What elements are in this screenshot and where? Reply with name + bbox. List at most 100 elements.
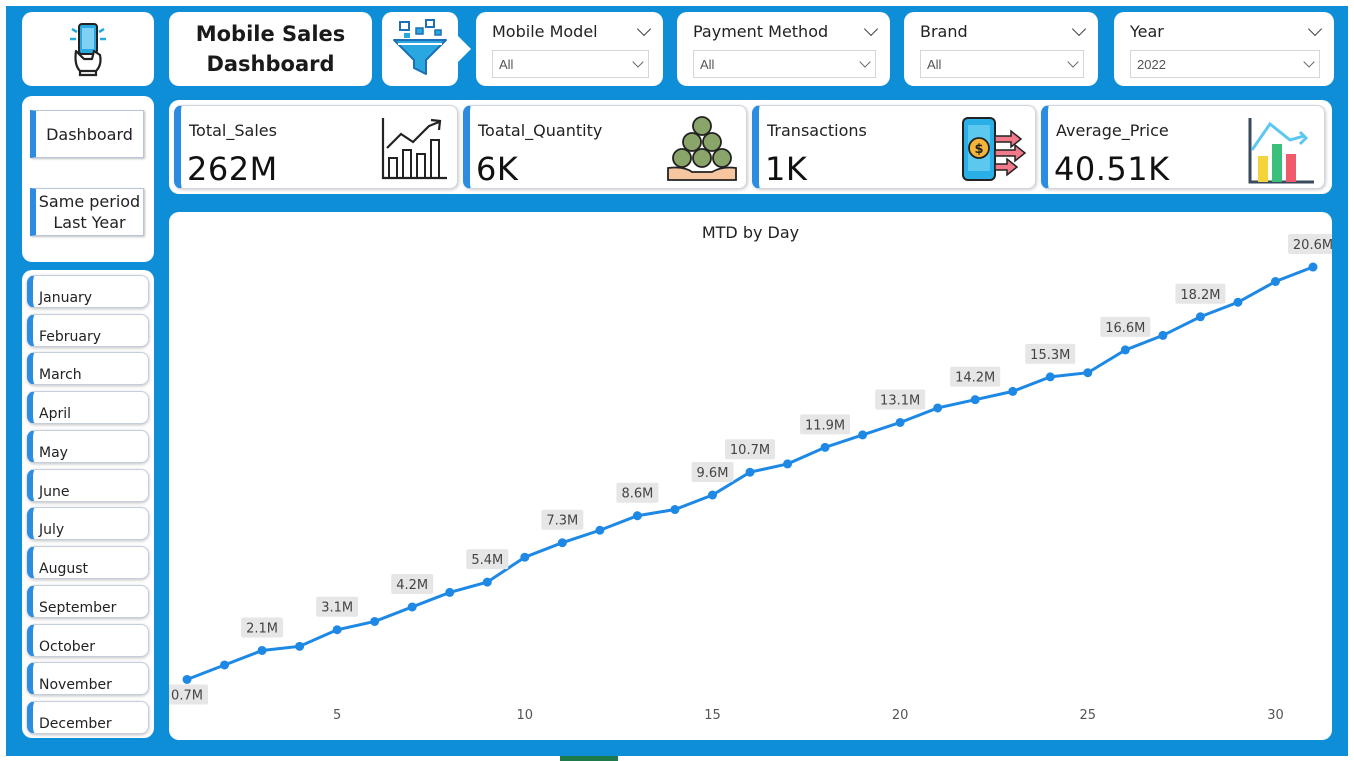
- data-label: 20.6M: [1288, 234, 1332, 255]
- dropdown-value: All: [700, 56, 715, 72]
- chevron-down-icon[interactable]: [1307, 21, 1323, 36]
- slicer-mobile-model[interactable]: Mobile Model All: [476, 12, 663, 86]
- kpi-card-average-price: Average_Price 40.51K: [1041, 105, 1325, 189]
- chevron-down-icon[interactable]: [863, 21, 879, 36]
- month-slicer: January February March April May June Ju…: [22, 270, 154, 738]
- data-point[interactable]: [670, 505, 680, 515]
- data-point[interactable]: [332, 625, 342, 635]
- x-tick-label: 15: [704, 708, 721, 723]
- month-button-february[interactable]: February: [27, 314, 149, 347]
- data-point[interactable]: [745, 467, 755, 477]
- chevron-down-icon[interactable]: [1071, 21, 1087, 36]
- mobile-hand-icon: [70, 23, 106, 77]
- mobile-model-dropdown[interactable]: All: [492, 50, 649, 78]
- data-point[interactable]: [933, 403, 943, 413]
- svg-text:20.6M: 20.6M: [1293, 238, 1332, 253]
- data-point[interactable]: [820, 442, 830, 452]
- data-point[interactable]: [595, 525, 605, 535]
- month-button-august[interactable]: August: [27, 546, 149, 579]
- data-point[interactable]: [632, 511, 642, 521]
- month-button-september[interactable]: September: [27, 585, 149, 618]
- x-tick-label: 30: [1267, 708, 1284, 723]
- title-card: Mobile Sales Dashboard: [169, 12, 372, 86]
- dashboard-canvas: Mobile Sales Dashboard Mobile Model All …: [6, 6, 1348, 756]
- data-point[interactable]: [970, 395, 980, 405]
- data-label: 18.2M: [1175, 283, 1226, 304]
- data-point[interactable]: [783, 459, 793, 469]
- svg-text:0.7M: 0.7M: [171, 688, 203, 703]
- data-point[interactable]: [557, 538, 567, 548]
- active-page-tab[interactable]: [560, 756, 618, 761]
- data-label: 4.2M: [391, 573, 434, 594]
- svg-text:4.2M: 4.2M: [396, 578, 428, 593]
- nav-label-line2: Last Year: [53, 213, 126, 232]
- dashboard-nav-button[interactable]: Dashboard: [30, 110, 144, 158]
- data-point[interactable]: [1158, 330, 1168, 340]
- slicer-payment-method[interactable]: Payment Method All: [677, 12, 890, 86]
- month-label: November: [39, 677, 112, 693]
- svg-text:8.6M: 8.6M: [621, 487, 653, 502]
- kpi-value: 6K: [476, 150, 519, 188]
- data-point[interactable]: [707, 490, 717, 500]
- kpi-value: 40.51K: [1054, 150, 1170, 188]
- data-point[interactable]: [407, 602, 417, 612]
- month-button-november[interactable]: November: [27, 662, 149, 695]
- slicer-brand[interactable]: Brand All: [904, 12, 1098, 86]
- data-point[interactable]: [858, 430, 868, 440]
- filter-panel-button[interactable]: [382, 12, 458, 86]
- data-label: 0.7M: [169, 684, 208, 705]
- kpi-card-total-sales: Total_Sales 262M: [174, 105, 458, 189]
- data-point[interactable]: [1045, 372, 1055, 382]
- svg-text:3.1M: 3.1M: [321, 601, 353, 616]
- data-point[interactable]: [482, 577, 492, 587]
- mobile-payment-icon: $: [962, 117, 1027, 181]
- year-dropdown[interactable]: 2022: [1130, 50, 1320, 78]
- data-point[interactable]: [445, 587, 455, 597]
- month-label: May: [39, 445, 68, 461]
- filter-pointer: [458, 36, 471, 62]
- data-point[interactable]: [1083, 368, 1093, 378]
- month-button-december[interactable]: December: [27, 701, 149, 734]
- month-button-january[interactable]: January: [27, 275, 149, 308]
- payment-method-dropdown[interactable]: All: [693, 50, 876, 78]
- svg-text:11.9M: 11.9M: [805, 418, 845, 433]
- slicer-year[interactable]: Year 2022: [1114, 12, 1334, 86]
- month-label: January: [39, 290, 93, 306]
- data-point[interactable]: [1195, 312, 1205, 322]
- data-point[interactable]: [257, 645, 267, 655]
- data-point[interactable]: [295, 641, 305, 651]
- data-point[interactable]: [520, 552, 530, 562]
- data-point[interactable]: [1233, 297, 1243, 307]
- same-period-last-year-button[interactable]: Same period Last Year: [30, 188, 144, 236]
- chevron-down-icon: [1067, 55, 1079, 68]
- data-point[interactable]: [370, 616, 380, 626]
- chevron-down-icon: [859, 55, 871, 68]
- data-point[interactable]: [895, 417, 905, 427]
- x-tick-label: 10: [517, 708, 534, 723]
- bar-chart-arrow-icon: [1248, 118, 1314, 184]
- data-point[interactable]: [1308, 262, 1318, 272]
- month-button-april[interactable]: April: [27, 391, 149, 424]
- month-button-july[interactable]: July: [27, 507, 149, 540]
- data-point[interactable]: [1120, 345, 1130, 355]
- nav-label-line1: Same period: [38, 192, 141, 211]
- data-label: 14.2M: [950, 366, 1001, 387]
- data-label: 3.1M: [316, 596, 359, 617]
- month-button-october[interactable]: October: [27, 624, 149, 657]
- slicer-label: Mobile Model: [492, 21, 598, 41]
- brand-dropdown[interactable]: All: [920, 50, 1084, 78]
- data-point[interactable]: [1270, 277, 1280, 287]
- month-button-may[interactable]: May: [27, 430, 149, 463]
- data-point[interactable]: [220, 660, 230, 670]
- funnel-filter-icon: [393, 19, 447, 75]
- data-point[interactable]: [1008, 386, 1018, 396]
- month-button-june[interactable]: June: [27, 469, 149, 502]
- chevron-down-icon[interactable]: [636, 21, 652, 36]
- mtd-by-day-chart-card: MTD by Day 0.7M 2.1M 3.1M 4.2M 5.4M 7.3M 8.6M 9…: [169, 212, 1332, 740]
- data-label: 13.1M: [875, 389, 926, 410]
- month-label: September: [39, 600, 117, 616]
- svg-text:16.6M: 16.6M: [1105, 321, 1145, 336]
- x-tick-label: 20: [892, 708, 909, 723]
- data-point[interactable]: [182, 674, 192, 684]
- month-button-march[interactable]: March: [27, 352, 149, 385]
